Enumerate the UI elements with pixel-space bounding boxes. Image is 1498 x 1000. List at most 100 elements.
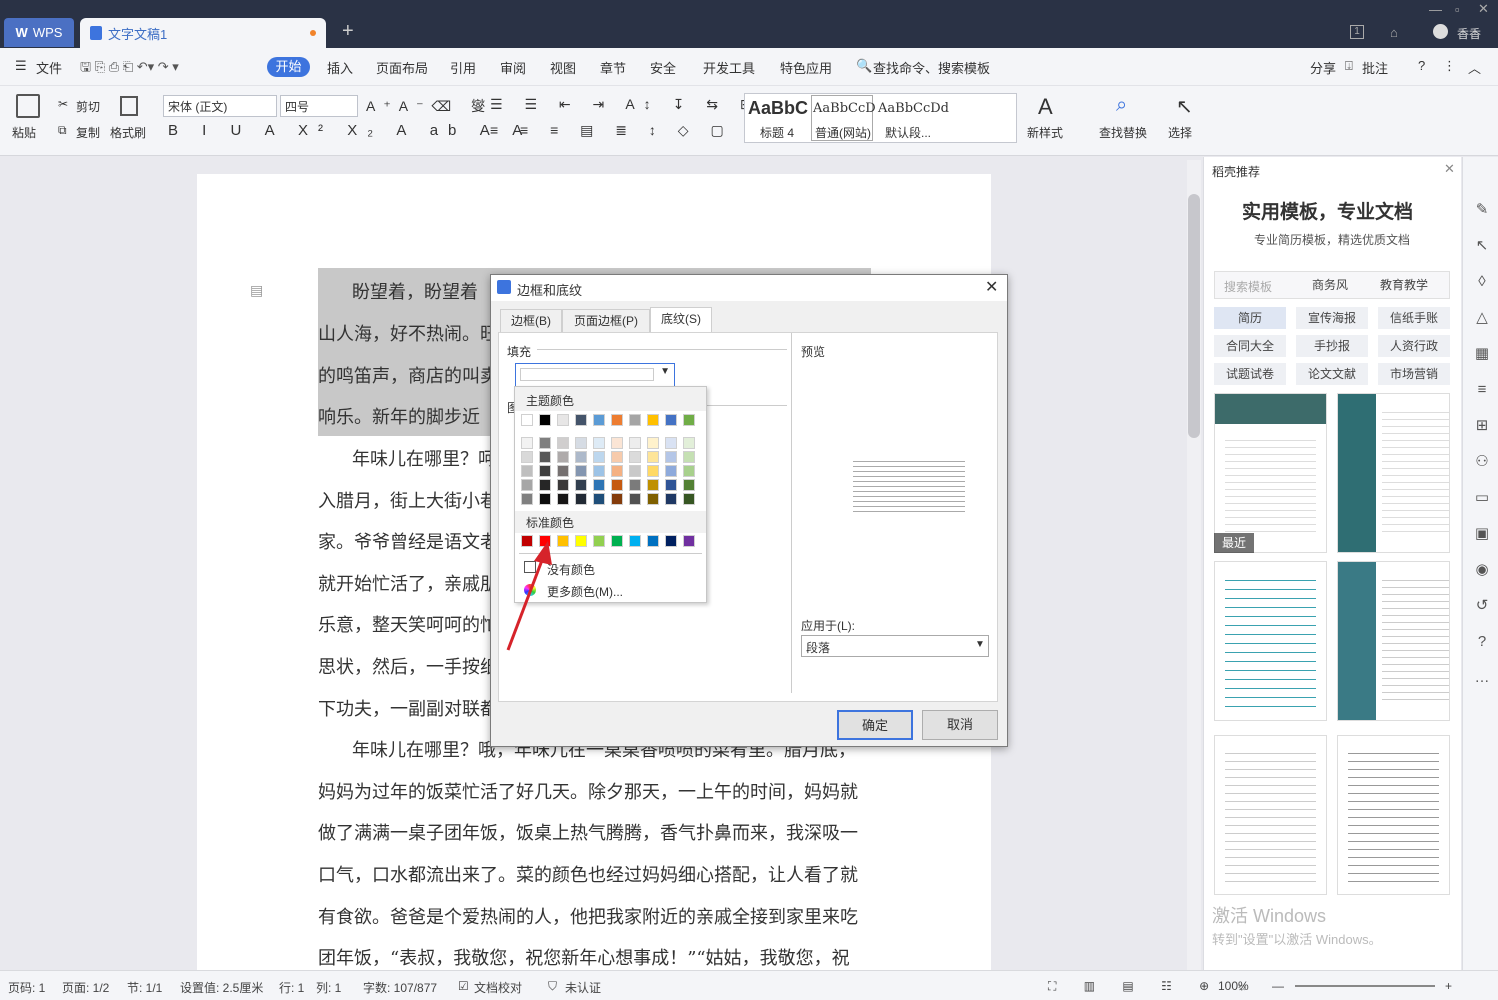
doc-line[interactable]: 就开始忙活了，亲戚朋 [318,570,498,596]
status-row[interactable]: 行: 1 [279,979,304,996]
shade-color-swatch[interactable] [593,437,605,449]
zoom-in-icon[interactable]: + [1445,979,1452,993]
find-replace-icon[interactable]: ⌕ [1116,94,1127,117]
fill-color-dropdown[interactable]: ▼ [515,363,675,387]
status-col[interactable]: 列: 1 [316,979,341,996]
shade-color-swatch[interactable] [629,479,641,491]
tag-handwritten[interactable]: 手抄报 [1296,335,1368,357]
shade-color-swatch[interactable] [611,479,623,491]
tab-insert[interactable]: 插入 [327,58,353,77]
shade-color-swatch[interactable] [683,451,695,463]
close-icon[interactable]: ✕ [1478,1,1489,17]
shade-color-swatch[interactable] [611,437,623,449]
shade-color-swatch[interactable] [647,493,659,505]
shade-color-swatch[interactable] [575,451,587,463]
maximize-icon[interactable]: ▫ [1455,2,1460,17]
proof-icon[interactable]: ☑ [458,979,469,993]
shade-color-swatch[interactable] [683,465,695,477]
shade-color-swatch[interactable] [683,437,695,449]
template-thumbnail[interactable] [1214,393,1327,553]
doc-line[interactable]: 思状，然后，一手按纸 [318,653,498,679]
template-thumbnail[interactable] [1337,561,1450,721]
status-page[interactable]: 页码: 1 [8,979,45,996]
theme-color-swatch[interactable] [575,414,587,426]
status-pages[interactable]: 页面: 1/2 [62,979,109,996]
tag-paper[interactable]: 论文文献 [1296,363,1368,385]
paste-button[interactable]: 粘贴 [12,124,36,141]
apply-to-select[interactable]: 段落 [801,635,989,657]
standard-color-swatch[interactable] [611,535,623,547]
format-painter-button[interactable]: 格式刷 [110,124,146,141]
tab-shading[interactable]: 底纹(S) [650,307,712,334]
theme-color-swatch[interactable] [557,414,569,426]
comment-button[interactable]: 批注 [1362,58,1388,77]
tag-business[interactable]: 商务风 [1294,274,1366,296]
tag-contract[interactable]: 合同大全 [1214,335,1286,357]
sidebar-tools-icon[interactable]: ✎ ↖ ◊ △ ▦ ≡ ⊞ ⚇ ▭ ▣ ◉ ↺?… [1473,192,1491,696]
status-section[interactable]: 节: 1/1 [127,979,162,996]
doc-line[interactable]: 盼望着，盼望着 [352,278,478,304]
hamburger-icon[interactable]: ☰ [15,58,27,74]
zoom-level[interactable]: 100% [1218,979,1249,993]
new-style-icon[interactable]: A [1038,94,1053,120]
tab-developer[interactable]: 开发工具 [703,58,755,77]
style-normal-name[interactable]: 普通(网站) [815,124,871,141]
pane-title[interactable]: 稻壳推荐 [1212,163,1260,180]
cut-icon[interactable]: ✂ [58,97,68,111]
paste-icon[interactable] [16,94,40,118]
shade-color-swatch[interactable] [593,451,605,463]
doc-line[interactable]: 做了满满一桌子团年饭，饭桌上热气腾腾，香气扑鼻而来，我深吸一 [318,819,858,845]
copy-button[interactable]: 复制 [76,124,100,141]
doc-line[interactable]: 团年饭，“表叔，我敬您，祝您新年心想事成！”“姑姑，我敬您，祝 [318,944,850,970]
standard-color-swatch[interactable] [647,535,659,547]
cut-button[interactable]: 剪切 [76,98,100,115]
more-icon[interactable]: ⋮ [1443,58,1456,74]
window-count-icon[interactable]: 1 [1350,25,1364,39]
shade-color-swatch[interactable] [665,465,677,477]
scrollbar-thumb[interactable] [1188,194,1200,438]
shade-color-swatch[interactable] [539,493,551,505]
tab-page-layout[interactable]: 页面布局 [376,58,428,77]
status-word-count[interactable]: 字数: 107/877 [363,979,437,996]
theme-color-swatch[interactable] [647,414,659,426]
shade-color-swatch[interactable] [557,465,569,477]
paragraph-tools-icon[interactable]: ☰ ☰ ⇤ ⇥ A↕ ↧ ⇆ ⊞ [490,96,761,113]
doc-line[interactable]: 年味儿在哪里？呵 [352,445,496,471]
shade-color-swatch[interactable] [557,479,569,491]
shade-color-swatch[interactable] [575,437,587,449]
comment-icon[interactable]: ⍗ [1345,58,1353,74]
font-size-tools-icon[interactable]: A⁺A⁻⌫ 燮 [366,96,493,116]
minimize-icon[interactable]: — [1429,2,1442,17]
help-button[interactable]: ? [1418,58,1425,73]
status-proofing[interactable]: 文档校对 [474,979,522,996]
theme-color-swatch[interactable] [593,414,605,426]
theme-color-swatch[interactable] [611,414,623,426]
style-heading4-name[interactable]: 标题 4 [760,124,794,141]
shade-color-swatch[interactable] [611,493,623,505]
shade-color-swatch[interactable] [629,451,641,463]
shade-color-swatch[interactable] [593,493,605,505]
avatar[interactable] [1433,24,1448,39]
tab-start[interactable]: 开始 [267,57,310,77]
shade-color-swatch[interactable] [611,451,623,463]
align-tools-icon[interactable]: ≡ ≡ ≡ ▤ ≣ ↕ ◇ ▢ [490,122,733,139]
shade-color-swatch[interactable] [557,437,569,449]
doc-line[interactable]: 家。爷爷曾经是语文老 [318,528,498,554]
shade-color-swatch[interactable] [521,465,533,477]
standard-color-swatch[interactable] [575,535,587,547]
theme-color-swatch[interactable] [683,414,695,426]
doc-line[interactable]: 下功夫，一副副对联都 [318,695,498,721]
tab-references[interactable]: 引用 [450,58,476,77]
tag-exam[interactable]: 试题试卷 [1214,363,1286,385]
standard-color-swatch[interactable] [665,535,677,547]
tab-chapter[interactable]: 章节 [600,58,626,77]
shade-color-swatch[interactable] [539,465,551,477]
style-heading4-preview[interactable]: AaBbC [748,98,808,119]
share-button[interactable]: 分享 [1310,58,1336,77]
quick-tools-icon[interactable]: 🖫 ⎘ ⎙ ⎗ ↶▾ ↷ ▾ [80,58,179,80]
shade-color-swatch[interactable] [683,479,695,491]
shade-color-swatch[interactable] [593,465,605,477]
zoom-out-icon[interactable]: — [1272,979,1284,993]
shade-color-swatch[interactable] [665,437,677,449]
copy-icon[interactable]: ⧉ [58,123,67,138]
